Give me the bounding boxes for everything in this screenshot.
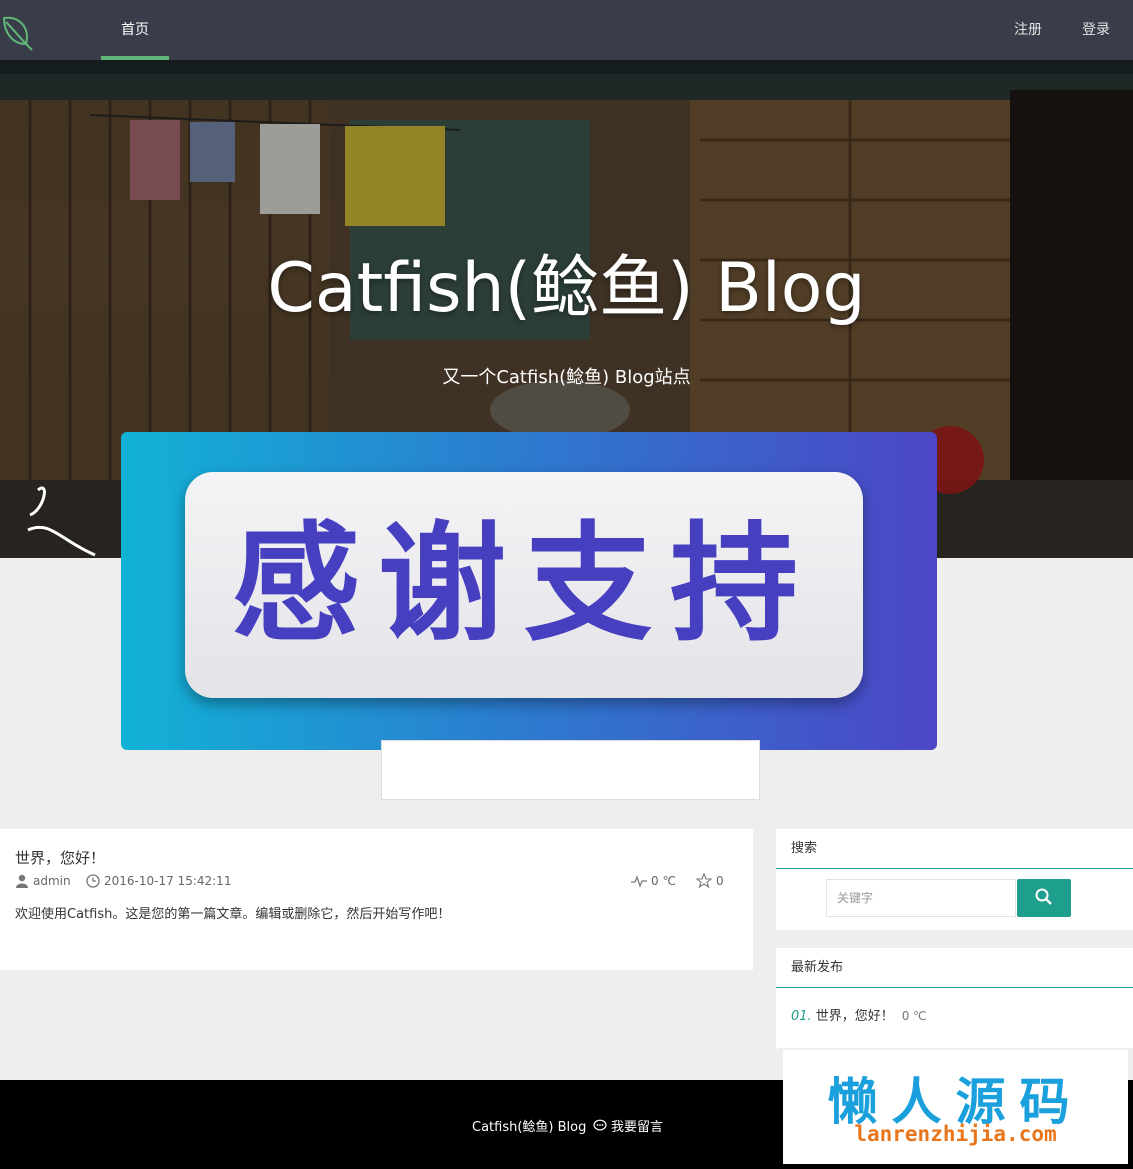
article-title-link[interactable]: 世界，您好！ [15, 847, 105, 868]
empty-content-box [381, 740, 760, 800]
latest-item-title[interactable]: 世界，您好！ [816, 1009, 894, 1024]
list-item[interactable]: 01. 世界，您好！ 0 ℃ [791, 1005, 927, 1024]
latest-item-temperature: 0 ℃ [901, 1009, 927, 1023]
nav-item-home[interactable]: 首页 [101, 0, 169, 60]
star-icon[interactable] [695, 872, 713, 889]
clock-icon [86, 874, 100, 888]
thank-you-banner: 感谢支持 [121, 432, 937, 750]
leaf-logo-icon[interactable] [0, 8, 40, 52]
article-excerpt: 欢迎使用Catfish。这是您的第一篇文章。编辑或删除它，然后开始写作吧！ [15, 907, 451, 922]
watermark-logo: 懒人源码 lanrenzhijia.com [783, 1050, 1128, 1164]
banner-card: 感谢支持 [185, 472, 863, 698]
search-input[interactable] [826, 879, 1016, 917]
article-date: 2016-10-17 15:42:11 [86, 873, 231, 889]
temperature-text: 0 ℃ [651, 874, 676, 888]
leave-message-label[interactable]: 我要留言 [611, 1120, 663, 1135]
leave-message-link[interactable]: 我要留言 [593, 1116, 663, 1135]
watermark-domain: lanrenzhijia.com [854, 1122, 1057, 1146]
search-icon [1035, 888, 1052, 905]
banner-text: 感谢支持 [231, 510, 816, 659]
user-icon [16, 874, 28, 888]
register-link[interactable]: 注册 [1014, 0, 1042, 60]
author-name[interactable]: admin [33, 874, 71, 888]
search-panel-title: 搜索 [776, 829, 1133, 869]
pulse-icon [631, 875, 647, 888]
footer-site-name: Catfish(鲶鱼) Blog [472, 1120, 587, 1135]
latest-item-number: 01. [791, 1009, 812, 1024]
top-navigation: 首页 注册 登录 [0, 0, 1133, 60]
login-link[interactable]: 登录 [1082, 0, 1110, 60]
latest-posts-panel: 最新发布 01. 世界，您好！ 0 ℃ [776, 948, 1133, 1048]
stars-count: 0 [716, 874, 724, 888]
article-stars[interactable]: 0 [695, 872, 724, 889]
article-author: admin [15, 873, 71, 889]
site-title: Catfish(鲶鱼) Blog [267, 249, 866, 328]
site-subtitle: 又一个Catfish(鲶鱼) Blog站点 [442, 367, 691, 388]
chat-bubble-icon [593, 1119, 607, 1131]
article-temperature: 0 ℃ [631, 873, 676, 889]
date-text: 2016-10-17 15:42:11 [104, 874, 232, 888]
search-panel: 搜索 [776, 829, 1133, 930]
latest-panel-title: 最新发布 [776, 948, 1133, 988]
search-button[interactable] [1017, 879, 1071, 917]
article-card: 世界，您好！ admin 2016-10-17 15:42:11 0 ℃ 0 欢… [0, 829, 753, 970]
